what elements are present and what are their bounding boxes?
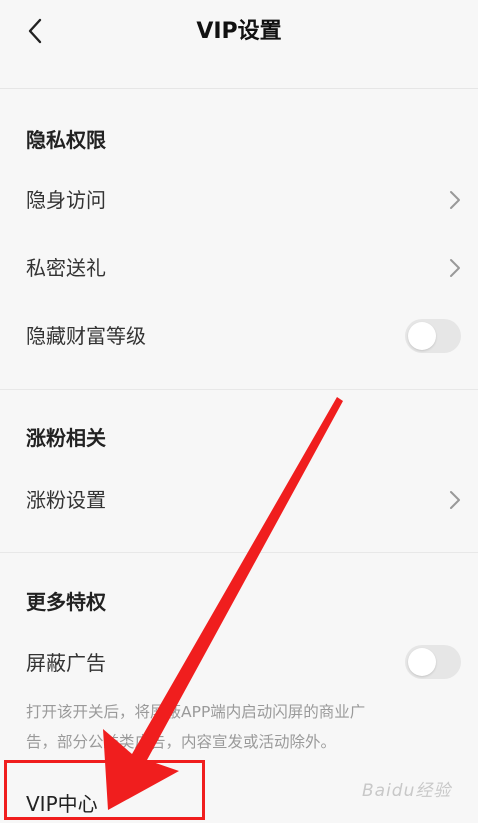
- row-label: 隐身访问: [26, 188, 106, 212]
- nav-header: VIP设置: [0, 0, 478, 89]
- row-private-gift[interactable]: 私密送礼: [0, 240, 478, 296]
- row-label: 涨粉设置: [26, 488, 106, 512]
- hide-wealth-level-toggle[interactable]: [405, 319, 461, 353]
- section-title-more: 更多特权: [26, 590, 106, 614]
- description-line: 告，部分公益类广告，内容宣发或活动除外。: [26, 733, 337, 751]
- row-fans-settings[interactable]: 涨粉设置: [0, 472, 478, 528]
- vip-center-label: VIP中心: [26, 792, 98, 816]
- chevron-right-icon: [450, 491, 460, 509]
- row-invisible-visit[interactable]: 隐身访问: [0, 172, 478, 228]
- row-label: 屏蔽广告: [26, 651, 106, 675]
- toggle-knob: [408, 648, 436, 676]
- section-title-privacy: 隐私权限: [26, 128, 106, 152]
- page-title: VIP设置: [196, 19, 282, 44]
- row-label: 私密送礼: [26, 256, 106, 280]
- block-ads-toggle[interactable]: [405, 645, 461, 679]
- section-title-fans: 涨粉相关: [26, 426, 106, 450]
- block-ads-description: 打开该开关后，将屏蔽APP端内启动闪屏的商业广 告，部分公益类广告，内容宣发或活…: [26, 697, 456, 757]
- toggle-knob: [408, 322, 436, 350]
- row-label: 隐藏财富等级: [26, 324, 146, 348]
- section-divider: [0, 552, 478, 553]
- description-line: 打开该开关后，将屏蔽APP端内启动闪屏的商业广: [26, 703, 366, 721]
- watermark: Baidu经验: [362, 781, 452, 801]
- chevron-right-icon: [450, 191, 460, 209]
- chevron-right-icon: [450, 259, 460, 277]
- section-divider: [0, 389, 478, 390]
